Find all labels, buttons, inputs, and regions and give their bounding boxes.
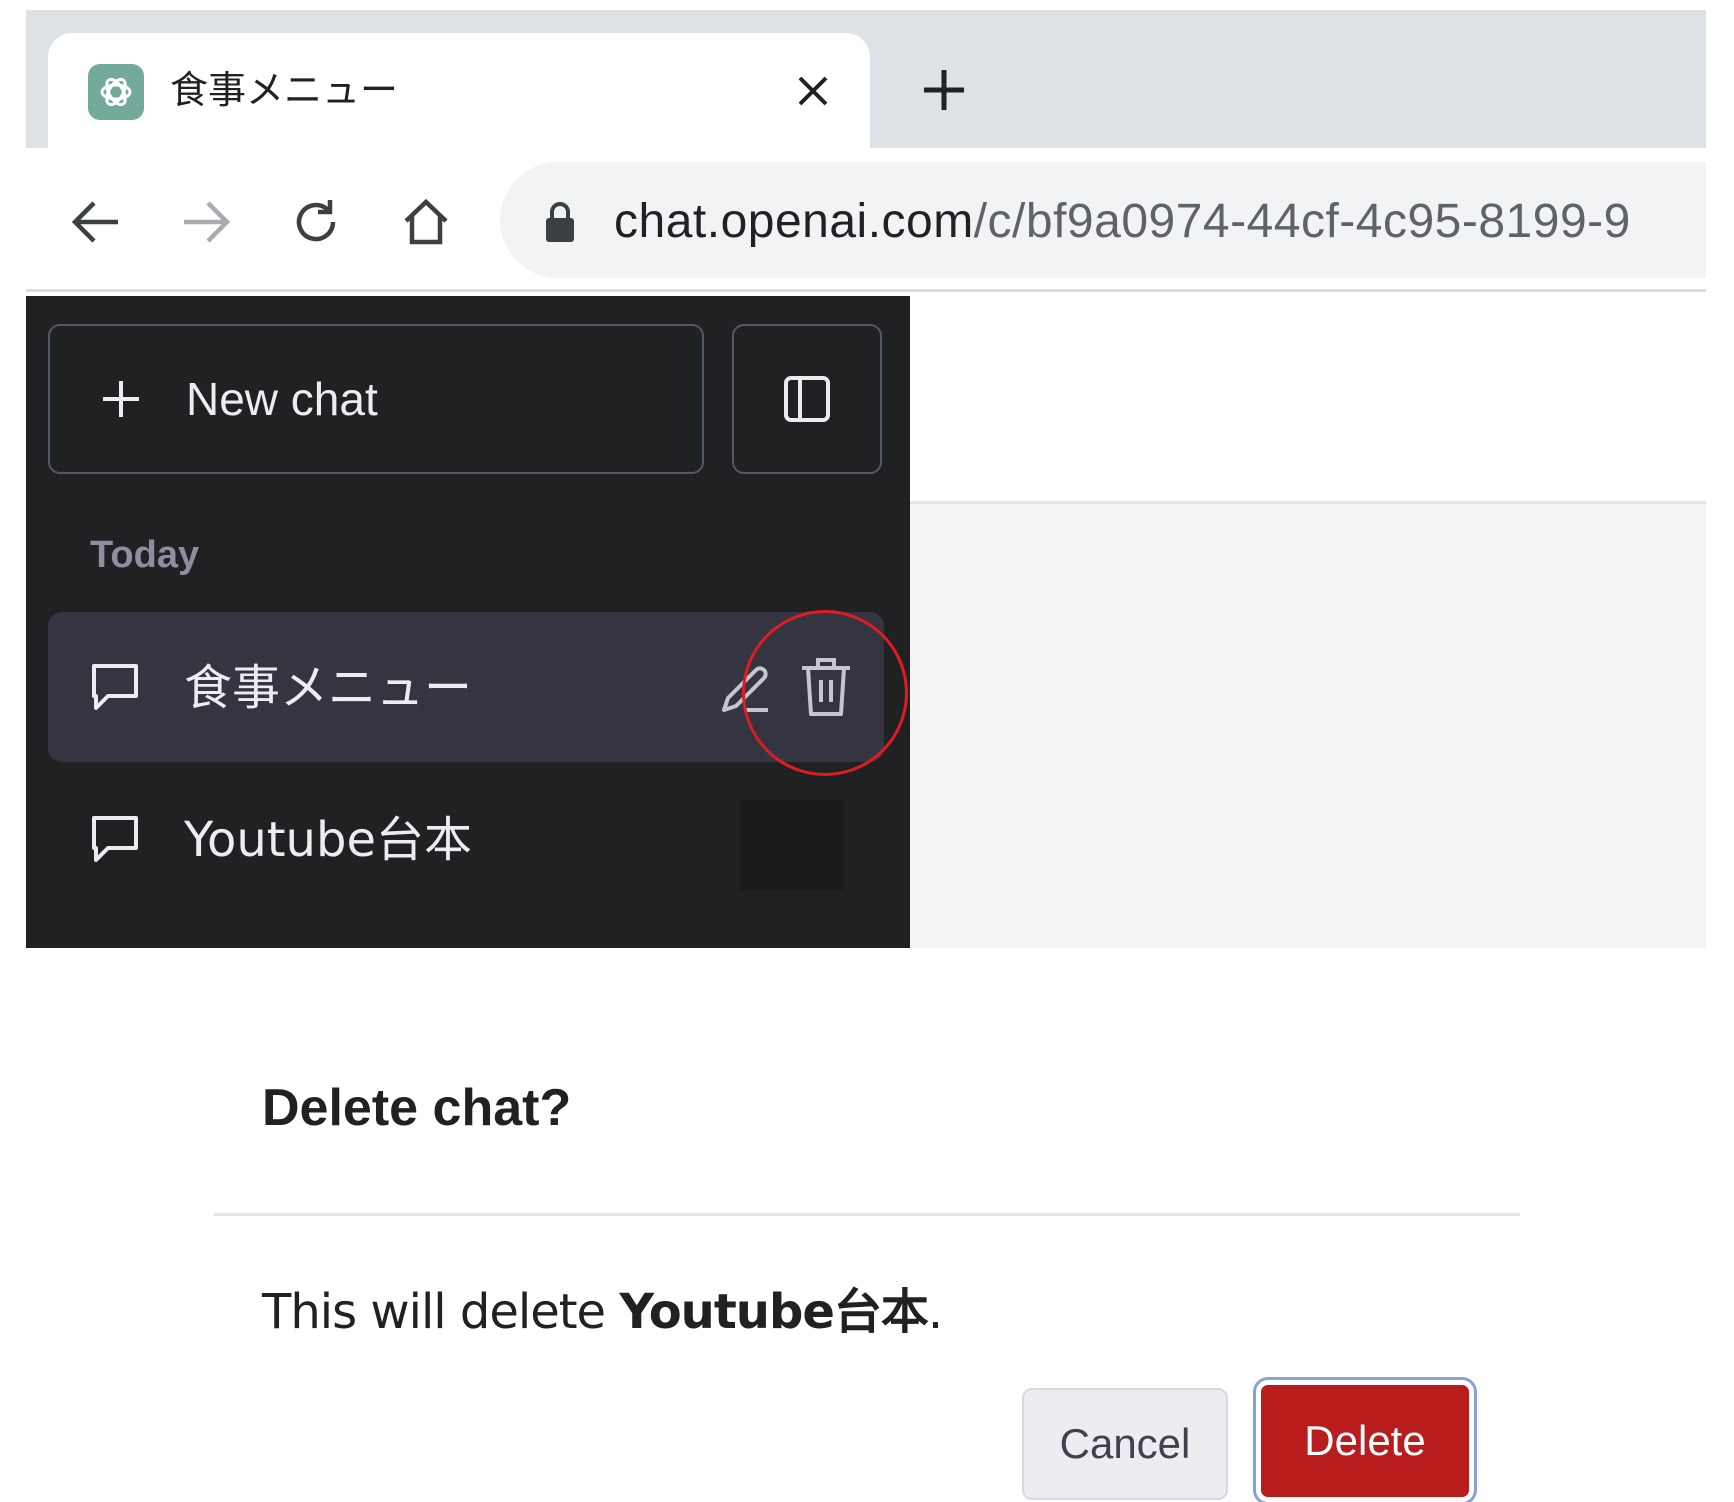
new-tab-plus-icon[interactable] (916, 62, 972, 118)
highlight-circle (742, 610, 908, 776)
reload-icon[interactable] (284, 190, 348, 254)
new-chat-button[interactable]: New chat (48, 324, 704, 474)
dialog-message-suffix: . (927, 1284, 943, 1340)
dialog-message-target: Youtube台本 (619, 1284, 929, 1340)
sidebar-panel-icon (784, 376, 830, 422)
chat-bubble-icon (88, 812, 142, 866)
delete-button[interactable]: Delete (1256, 1380, 1474, 1502)
back-arrow-icon[interactable] (64, 190, 128, 254)
item-action-shade (740, 800, 844, 890)
forward-arrow-icon[interactable] (174, 190, 238, 254)
dialog-title: Delete chat? (262, 1079, 572, 1137)
chat-item-label: 食事メニュー (184, 660, 473, 716)
dialog-message: This will delete Youtube台本. (262, 1280, 943, 1344)
home-icon[interactable] (394, 190, 458, 254)
chat-item-label[interactable]: Youtube台本 (184, 808, 472, 872)
main-header (910, 296, 1706, 504)
chat-bubble-icon (88, 660, 142, 714)
dialog-divider (214, 1213, 1520, 1216)
cancel-button[interactable]: Cancel (1022, 1388, 1228, 1500)
main-content (910, 504, 1706, 948)
screenshot-canvas: 食事メニュー chat.openai.com/c/bf9a0974-44cf-4… (0, 0, 1706, 1502)
url-text[interactable]: chat.openai.com/c/bf9a0974-44cf-4c95-819… (614, 190, 1631, 254)
sidebar-toggle-button[interactable] (732, 324, 882, 474)
tab-title: 食事メニュー (170, 68, 399, 112)
new-chat-label: New chat (186, 373, 378, 425)
tab-close-icon[interactable] (788, 66, 838, 116)
url-path: /c/bf9a0974-44cf-4c95-8199-9 (973, 195, 1631, 248)
url-host: chat.openai.com (614, 195, 974, 248)
section-label-today: Today (90, 534, 200, 576)
plus-icon (98, 376, 144, 422)
dialog-message-prefix: This will delete (262, 1284, 620, 1340)
openai-logo-icon (88, 64, 144, 120)
lock-icon[interactable] (540, 200, 580, 244)
